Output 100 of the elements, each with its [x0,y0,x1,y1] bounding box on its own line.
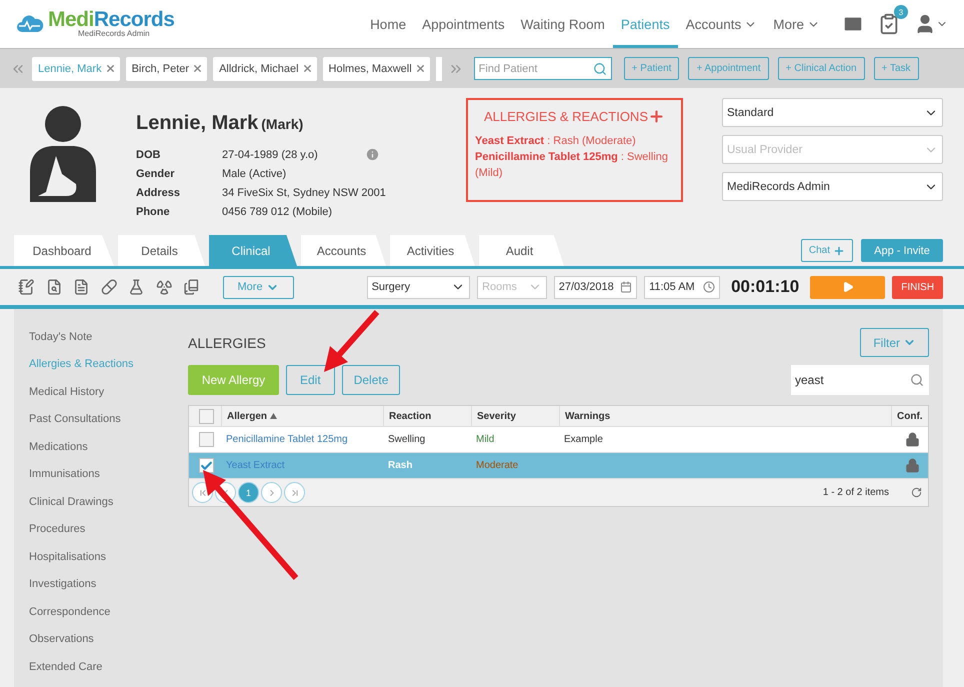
tab[interactable]: Details [118,235,205,266]
column-header[interactable]: Warnings [559,406,891,426]
patient-tab[interactable]: Birch, Peter [126,56,208,80]
column-header[interactable]: Allergen [221,406,383,426]
field-label: DOB [136,148,162,160]
clock-icon [703,281,716,293]
sidebar-item[interactable]: Hospitalisations [29,543,176,570]
allergy-line: Yeast Extract : Rash (Moderate) [475,134,637,149]
sidebar-item[interactable]: Observations [29,626,176,653]
count-badge: 3 [894,5,908,19]
nav-link[interactable]: More [765,0,828,48]
invite-button[interactable]: App - Invite [861,239,943,262]
field-label: Address [136,186,182,198]
table-cell-text: Swelling [387,433,426,447]
sidebar-item[interactable]: Clinical Drawings [29,488,176,516]
info-icon[interactable] [365,147,380,162]
patient-tab-edge [436,56,442,80]
nav-link[interactable]: Accounts [678,0,766,48]
document-icon[interactable] [73,278,90,296]
first-icon [198,488,208,498]
tab[interactable]: Dashboard [14,235,114,266]
timer: 00:01:10 [731,277,800,297]
pill-icon[interactable] [100,278,117,296]
tab[interactable]: Clinical [209,235,297,266]
field-value: 34 FiveSix St, Sydney NSW 2001 [222,186,386,198]
column-header[interactable]: Reaction [383,406,471,426]
logo-subtitle: MediRecords Admin [78,30,151,38]
find-patient-field[interactable]: Find Patient [474,57,612,80]
close-icon[interactable] [104,63,116,74]
patient-name: Lennie, Mark(Mark) [136,112,304,135]
table-row[interactable]: Yeast Extract Rash Moderate [189,453,928,479]
column-header[interactable]: Severity [471,406,559,426]
last-icon [290,488,300,498]
sidebar-item[interactable]: Today's Note [29,323,176,350]
dropdown-select[interactable]: Standard [722,98,943,127]
nav-link[interactable]: Home [362,0,414,48]
table-cell: Moderate [476,460,518,471]
more-button[interactable]: More [222,276,294,298]
table-cell-text: Rash [387,459,414,473]
table-cell: Mild [476,434,494,445]
file-search-icon[interactable] [46,278,62,296]
field-label: Gender [136,168,176,180]
tab[interactable]: Activities [390,235,475,266]
dropdown-select[interactable]: MediRecords Admin [722,172,943,201]
field-value: Male (Active) [222,168,286,180]
sidebar-item[interactable]: Medical History [29,378,176,406]
table-cell-text: Yeast Extract [225,459,286,473]
field-value: 0456 789 012 (Mobile) [222,206,332,218]
refresh-icon[interactable] [911,487,922,498]
close-icon[interactable] [414,63,426,74]
row-checkbox[interactable] [199,432,214,447]
patient-tab[interactable]: Alldrick, Michael [213,56,317,80]
location-select[interactable]: Surgery [366,276,470,298]
select-all-checkbox[interactable] [199,408,214,424]
sidebar-item[interactable]: Medications [29,433,176,460]
row-checkbox[interactable] [199,458,214,473]
finish-button[interactable]: FINISH [892,276,943,298]
sidebar-item[interactable]: Immunisations [29,460,176,488]
time-field[interactable]: 11:05 AM [644,276,720,298]
radiation-icon[interactable] [156,278,172,296]
tab[interactable]: Audit [479,235,564,266]
date-field[interactable]: 27/03/2018 [554,276,638,298]
close-icon[interactable] [302,63,313,74]
sort-icon [270,413,278,419]
calendar-icon [620,281,632,293]
nav-link[interactable]: Waiting Room [512,0,613,48]
plus-icon [833,244,845,256]
sidebar-item[interactable]: Procedures [29,516,176,543]
tab[interactable]: Accounts [301,235,386,266]
section-title: ALLERGIES [188,334,267,350]
sidebar-item[interactable]: Investigations [29,570,176,598]
nav-link[interactable]: Appointments [414,0,513,48]
page-button[interactable]: 1 [238,482,259,503]
logo-wordmark: MediRecords [48,10,174,30]
close-icon[interactable] [192,63,204,74]
sidebar-item[interactable]: Correspondence [29,598,176,626]
pager-summary: 1 - 2 of 2 items [822,487,889,498]
annotation-arrow [324,310,380,372]
preferred-name: (Mark) [261,116,304,132]
flask-icon[interactable] [128,278,144,296]
table-cell-text: Example [563,433,604,447]
allergy-line: Penicillamine Tablet 125mg : Swelling (Mild) [475,150,669,181]
table-cell-text: Penicillamine Tablet 125mg [225,433,349,447]
add-icon[interactable] [648,108,665,125]
field-label: Phone [136,206,171,218]
search-icon [910,373,924,387]
sidebar-item[interactable]: Extended Care [29,653,176,680]
chat-button[interactable]: Chat [800,239,853,262]
tasks-icon[interactable] [878,13,900,35]
sidebar-item[interactable]: Past Consultations [29,406,176,433]
patient-tab[interactable]: Holmes, Maxwell [322,56,430,80]
patient-tab[interactable]: Lennie, Mark [32,56,120,80]
field-value: 27-04-1989 (28 y.o) [222,148,319,160]
play-icon [842,281,854,293]
search-icon [592,62,607,76]
alert-title: ALLERGIES & REACTIONS [484,109,648,124]
column-header[interactable]: Conf. [891,406,928,426]
notepad-icon[interactable] [18,278,34,296]
books-icon[interactable] [183,278,200,296]
search-field[interactable]: yeast [791,365,929,395]
